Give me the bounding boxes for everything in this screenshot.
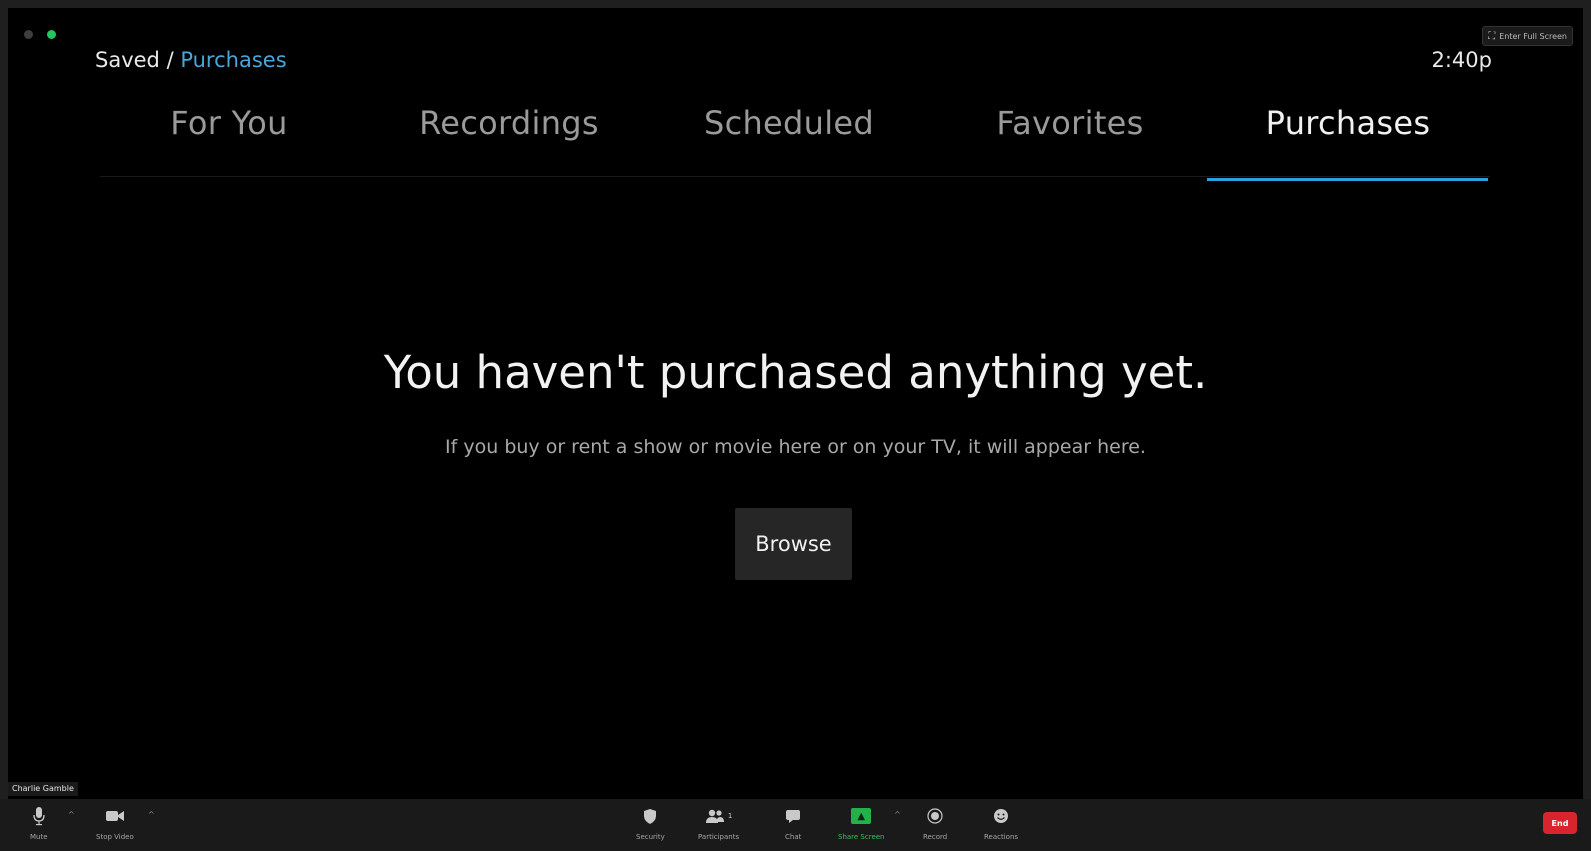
empty-state-title: You haven't purchased anything yet. [383, 346, 1208, 399]
chat-label: Chat [785, 833, 802, 841]
video-camera-icon [105, 805, 125, 827]
meeting-toolbar: Mute ^ Stop Video ^ Security 1 Participa… [0, 799, 1591, 851]
participants-label: Participants [698, 833, 740, 841]
stop-video-label: Stop Video [96, 833, 134, 841]
participants-count: 1 [727, 812, 733, 820]
mute-button[interactable]: Mute [30, 805, 48, 841]
window-maximize-dot[interactable] [47, 30, 56, 39]
active-tab-indicator [1207, 178, 1488, 181]
breadcrumb-parent[interactable]: Saved [95, 48, 160, 72]
microphone-icon [33, 805, 45, 827]
clock: 2:40p [1431, 48, 1493, 72]
tab-bar: For You Recordings Scheduled Favorites P… [8, 104, 1583, 184]
record-button[interactable]: Record [923, 805, 947, 841]
share-screen-button[interactable]: ▲ Share Screen [838, 805, 885, 841]
browse-button[interactable]: Browse [735, 508, 852, 580]
mute-label: Mute [30, 833, 48, 841]
reactions-smiley-icon [993, 805, 1009, 827]
tab-purchases[interactable]: Purchases [1266, 104, 1431, 142]
tab-favorites[interactable]: Favorites [996, 104, 1143, 142]
breadcrumb: Saved / Purchases [95, 48, 287, 72]
window-controls [24, 30, 56, 39]
audio-options-chevron-icon[interactable]: ^ [68, 810, 75, 819]
share-options-chevron-icon[interactable]: ^ [894, 810, 901, 819]
chat-bubble-icon [785, 805, 801, 827]
security-button[interactable]: Security [636, 805, 665, 841]
video-options-chevron-icon[interactable]: ^ [148, 810, 155, 819]
stop-video-button[interactable]: Stop Video [96, 805, 134, 841]
breadcrumb-current: Purchases [180, 48, 287, 72]
participants-icon: 1 [705, 805, 732, 827]
record-icon [927, 805, 943, 827]
participant-name-label: Charlie Gamble [8, 782, 78, 796]
record-label: Record [923, 833, 948, 841]
empty-state-subtitle: If you buy or rent a show or movie here … [445, 436, 1146, 458]
shared-screen: ⛶ Enter Full Screen Saved / Purchases 2:… [8, 8, 1583, 811]
tab-for-you[interactable]: For You [170, 104, 287, 142]
chat-button[interactable]: Chat [785, 805, 801, 841]
fullscreen-icon: ⛶ [1488, 30, 1496, 42]
enter-full-screen-button[interactable]: ⛶ Enter Full Screen [1482, 26, 1573, 46]
security-label: Security [636, 833, 665, 841]
end-meeting-button[interactable]: End [1543, 812, 1577, 834]
reactions-label: Reactions [984, 833, 1019, 841]
window-close-dot[interactable] [24, 30, 33, 39]
participants-button[interactable]: 1 Participants [698, 805, 739, 841]
share-screen-icon: ▲ [851, 805, 872, 827]
tab-scheduled[interactable]: Scheduled [704, 104, 874, 142]
breadcrumb-separator: / [159, 48, 181, 72]
shield-icon [643, 805, 657, 827]
share-screen-label: Share Screen [838, 833, 885, 841]
enter-full-screen-label: Enter Full Screen [1499, 31, 1567, 41]
reactions-button[interactable]: Reactions [984, 805, 1018, 841]
tab-recordings[interactable]: Recordings [419, 104, 599, 142]
tabs-divider [100, 176, 1490, 177]
